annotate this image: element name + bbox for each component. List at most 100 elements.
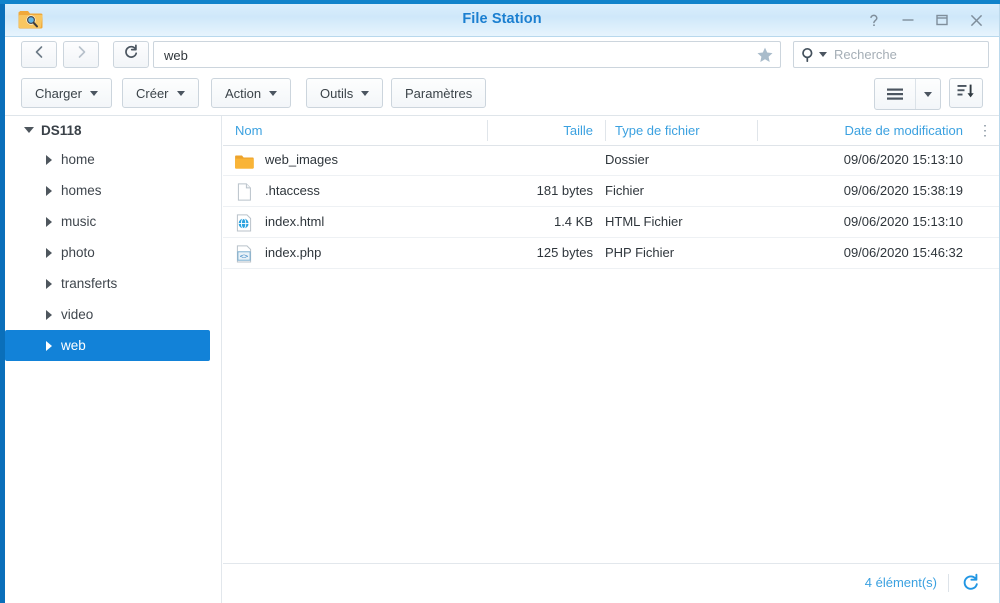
file-date-cell: 09/06/2020 15:13:10 bbox=[843, 214, 963, 229]
twisty-right-icon[interactable] bbox=[41, 154, 57, 165]
table-row[interactable]: index.html 1.4 KB HTML Fichier 09/06/202… bbox=[223, 207, 999, 238]
column-options-icon[interactable]: ⋮ bbox=[977, 116, 993, 145]
star-icon[interactable] bbox=[756, 46, 774, 64]
sidebar-item-video[interactable]: video bbox=[5, 299, 210, 330]
twisty-right-icon[interactable] bbox=[41, 247, 57, 258]
creer-label: Créer bbox=[136, 85, 169, 101]
back-button[interactable] bbox=[21, 41, 57, 68]
minimize-button[interactable] bbox=[899, 11, 917, 29]
search-placeholder: Recherche bbox=[834, 47, 897, 62]
chevron-left-icon bbox=[33, 45, 46, 64]
file-list-panel: Nom Taille Type de fichier Date de modif… bbox=[223, 116, 999, 603]
file-name-cell: web_images bbox=[235, 145, 487, 175]
twisty-down-icon[interactable] bbox=[21, 127, 37, 133]
chevron-down-icon[interactable] bbox=[819, 52, 827, 57]
file-size-cell bbox=[487, 145, 593, 175]
parametres-button[interactable]: Paramètres bbox=[391, 78, 487, 108]
refresh-icon bbox=[123, 44, 139, 65]
column-header-type[interactable]: Type de fichier bbox=[615, 116, 755, 145]
sidebar-item-music[interactable]: music bbox=[5, 206, 210, 237]
maximize-button[interactable] bbox=[933, 11, 951, 29]
refresh-icon bbox=[961, 573, 980, 596]
sidebar-root-label: DS118 bbox=[41, 122, 82, 138]
close-button[interactable] bbox=[967, 11, 985, 29]
search-icon bbox=[801, 47, 816, 63]
sidebar-item-photo[interactable]: photo bbox=[5, 237, 210, 268]
file-size-cell: 1.4 KB bbox=[553, 214, 593, 229]
charger-button[interactable]: Charger bbox=[21, 78, 112, 108]
file-name-cell: <> index.php bbox=[235, 238, 487, 268]
file-size-cell: 125 bytes bbox=[536, 245, 593, 260]
status-bar: 4 élément(s) bbox=[223, 563, 999, 603]
item-count-label: 4 élément(s) bbox=[864, 575, 937, 590]
table-row[interactable]: web_images Dossier 09/06/2020 15:13:10 bbox=[223, 145, 999, 176]
column-header-date[interactable]: Date de modification bbox=[757, 116, 963, 145]
sidebar-item-label: web bbox=[61, 338, 86, 353]
column-header-size[interactable]: Taille bbox=[487, 116, 593, 145]
svg-text:<>: <> bbox=[240, 252, 248, 260]
sidebar-item-label: home bbox=[61, 152, 95, 167]
chevron-down-icon bbox=[361, 90, 370, 96]
window-top-edge bbox=[0, 0, 1000, 4]
sidebar-item-homes[interactable]: homes bbox=[5, 175, 210, 206]
view-mode-group bbox=[874, 78, 941, 110]
file-type-cell: Fichier bbox=[605, 183, 645, 198]
outils-button[interactable]: Outils bbox=[306, 78, 384, 108]
php-file-icon: <> bbox=[235, 244, 254, 263]
folder-icon bbox=[235, 151, 254, 169]
file-date-cell: 09/06/2020 15:38:19 bbox=[843, 183, 963, 198]
sidebar-item-label: music bbox=[61, 214, 97, 229]
folder-tree-sidebar: DS118 home homes music photo transferts … bbox=[5, 116, 222, 603]
action-button[interactable]: Action bbox=[211, 78, 292, 108]
sidebar-root-ds118[interactable]: DS118 bbox=[5, 116, 221, 144]
parametres-label: Paramètres bbox=[405, 85, 473, 101]
twisty-right-icon[interactable] bbox=[41, 278, 57, 289]
sidebar-item-label: homes bbox=[61, 183, 102, 198]
twisty-right-icon[interactable] bbox=[41, 309, 57, 320]
file-station-window: File Station web Recherche Charger Créer… bbox=[0, 0, 1000, 603]
table-row[interactable]: <> index.php 125 bytes PHP Fichier 09/06… bbox=[223, 238, 999, 269]
sidebar-item-web[interactable]: web bbox=[5, 330, 210, 361]
help-button[interactable] bbox=[865, 11, 883, 29]
file-name-cell: .htaccess bbox=[235, 176, 487, 206]
file-icon bbox=[235, 182, 254, 201]
column-header-name[interactable]: Nom bbox=[235, 116, 475, 145]
file-type-cell: HTML Fichier bbox=[605, 214, 683, 229]
file-name-label: web_images bbox=[265, 152, 338, 167]
sidebar-item-label: transferts bbox=[61, 276, 118, 291]
file-date-cell: 09/06/2020 15:13:10 bbox=[843, 152, 963, 167]
file-list-header: Nom Taille Type de fichier Date de modif… bbox=[223, 116, 999, 146]
file-type-cell: PHP Fichier bbox=[605, 245, 675, 260]
file-date-cell: 09/06/2020 15:46:32 bbox=[843, 245, 963, 260]
status-refresh-button[interactable] bbox=[961, 573, 981, 593]
twisty-right-icon[interactable] bbox=[41, 340, 57, 351]
file-name-label: .htaccess bbox=[265, 183, 320, 198]
sidebar-item-home[interactable]: home bbox=[5, 144, 210, 175]
forward-button[interactable] bbox=[63, 41, 99, 68]
file-name-cell: index.html bbox=[235, 207, 487, 237]
list-view-icon[interactable] bbox=[875, 79, 915, 109]
twisty-right-icon[interactable] bbox=[41, 185, 57, 196]
file-type-cell: Dossier bbox=[605, 152, 650, 167]
table-row[interactable]: .htaccess 181 bytes Fichier 09/06/2020 1… bbox=[223, 176, 999, 207]
window-left-edge bbox=[0, 0, 5, 603]
search-box[interactable]: Recherche bbox=[793, 41, 989, 68]
action-toolbar: Charger Créer Action Outils Paramètres bbox=[5, 73, 999, 116]
path-input[interactable] bbox=[162, 42, 726, 69]
view-mode-dropdown[interactable] bbox=[915, 79, 940, 109]
window-controls bbox=[865, 8, 985, 32]
creer-button[interactable]: Créer bbox=[122, 78, 199, 108]
file-list-rows: web_images Dossier 09/06/2020 15:13:10 .… bbox=[223, 145, 999, 564]
navigation-bar: Recherche bbox=[5, 37, 999, 73]
status-divider bbox=[948, 574, 949, 592]
chevron-down-icon bbox=[269, 90, 278, 96]
sort-button[interactable] bbox=[949, 78, 983, 108]
twisty-right-icon[interactable] bbox=[41, 216, 57, 227]
file-name-label: index.html bbox=[265, 214, 325, 229]
title-bar: File Station bbox=[5, 4, 999, 37]
file-size-cell: 181 bytes bbox=[536, 183, 593, 198]
column-divider[interactable] bbox=[605, 120, 606, 141]
action-label: Action bbox=[225, 85, 262, 101]
refresh-button[interactable] bbox=[113, 41, 149, 68]
sidebar-item-transferts[interactable]: transferts bbox=[5, 268, 210, 299]
